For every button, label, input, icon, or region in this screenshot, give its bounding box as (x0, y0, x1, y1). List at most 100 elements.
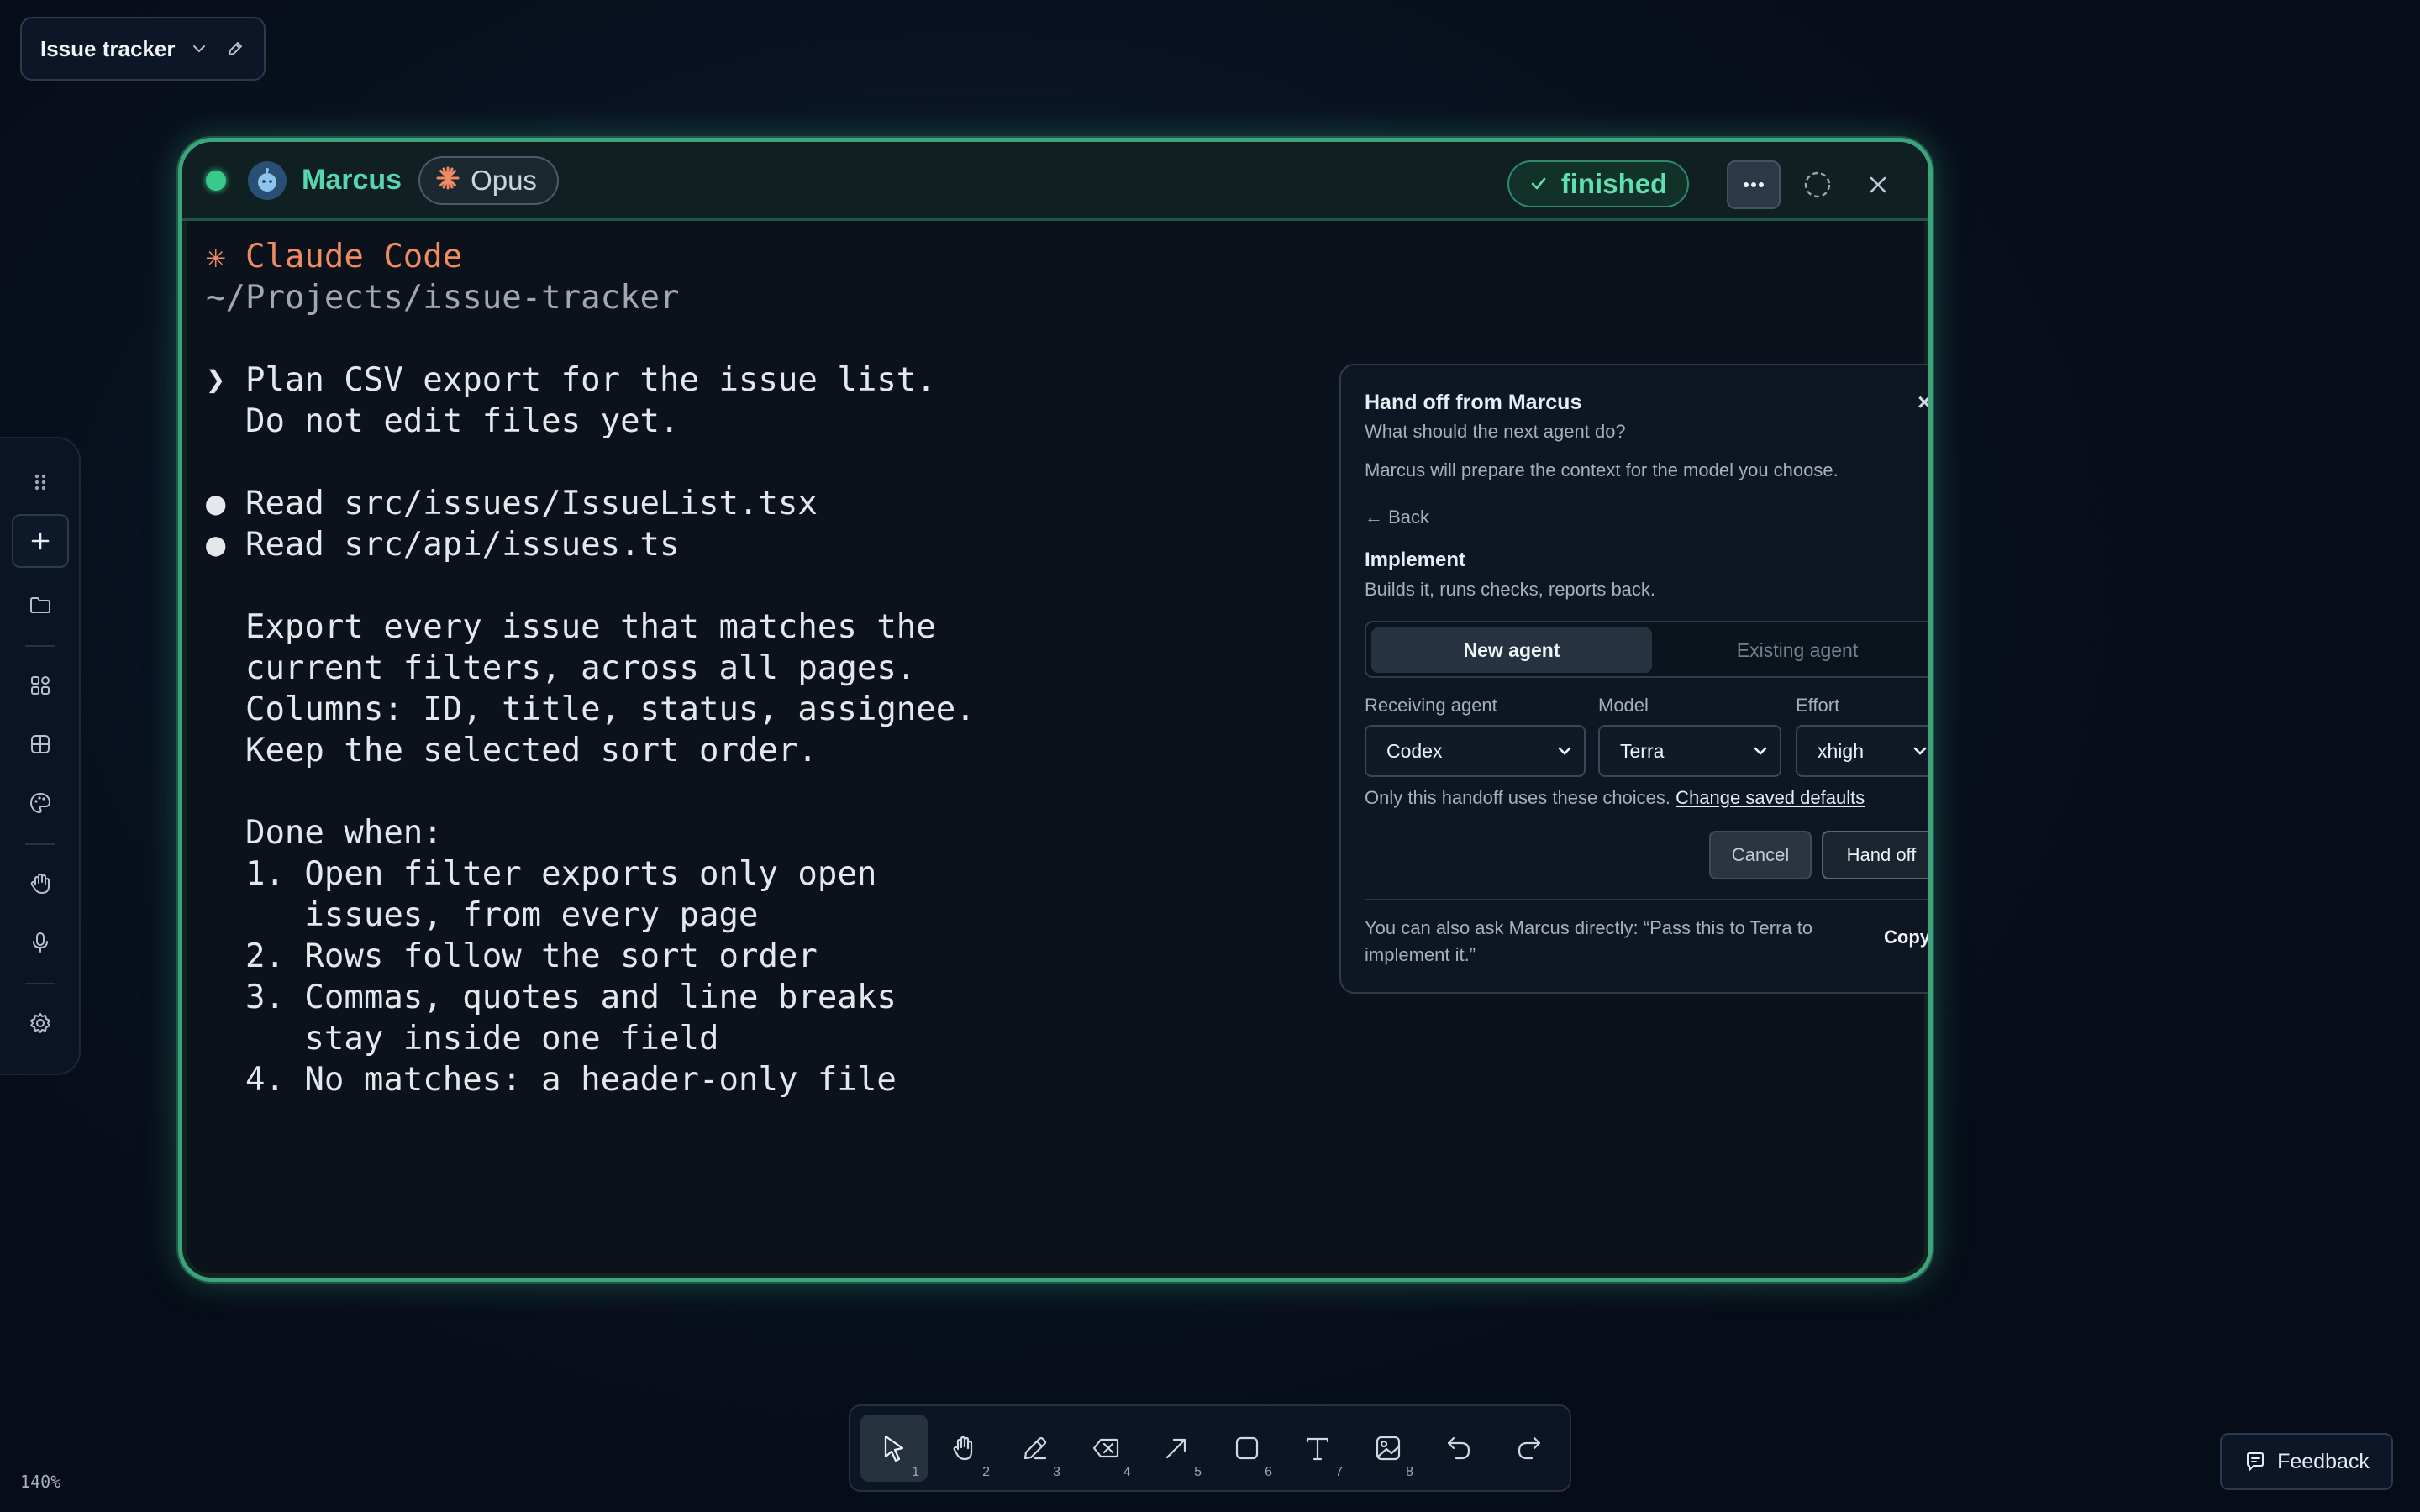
terminal-line: 2. Rows follow the sort order (206, 937, 818, 975)
text-icon (1306, 1437, 1329, 1461)
pencil-tool[interactable]: 3 (1002, 1415, 1069, 1482)
status-badge: finished (1507, 160, 1689, 207)
cancel-button[interactable]: Cancel (1709, 831, 1812, 879)
hand-off-button[interactable]: Hand off (1822, 831, 1928, 879)
section-title: Implement (1365, 549, 1466, 571)
rectangle-icon (1235, 1436, 1259, 1460)
more-options-button[interactable] (1727, 160, 1781, 209)
text-tool[interactable]: 7 (1284, 1415, 1351, 1482)
undo-icon (1447, 1436, 1470, 1460)
handoff-subtitle: What should the next agent do? (1365, 421, 1626, 442)
status-dot (206, 170, 226, 191)
tool-shortcut: 8 (1406, 1465, 1413, 1479)
grid-icon[interactable] (12, 717, 69, 771)
zoom-level[interactable]: 140% (20, 1472, 60, 1492)
terminal-output: ✳ Claude Code ~/Projects/issue-tracker ❯ P… (206, 236, 1130, 1100)
terminal-line: Export every issue that matches the (206, 608, 936, 646)
effort-label: Effort (1796, 695, 1840, 716)
chevron-down-icon[interactable] (192, 39, 207, 59)
select-tool[interactable]: 1 (860, 1415, 928, 1482)
back-link[interactable]: ← Back (1365, 507, 1429, 528)
model-label: Model (1598, 695, 1649, 716)
handoff-tip: You can also ask Marcus directly: “Pass … (1365, 917, 1813, 965)
handoff-description: Marcus will prepare the context for the … (1365, 459, 1839, 480)
tab-new-agent[interactable]: New agent (1371, 627, 1652, 673)
handoff-close-button[interactable]: × (1918, 389, 1928, 416)
model-value: Terra (1620, 739, 1665, 762)
hand-tool[interactable]: 2 (931, 1415, 998, 1482)
check-icon (1531, 177, 1546, 190)
ellipsis-icon (1744, 182, 1764, 187)
microphone-icon[interactable] (12, 916, 69, 969)
arrow-icon (1165, 1438, 1186, 1459)
status-label: finished (1560, 168, 1668, 199)
eraser-icon (1092, 1438, 1119, 1458)
effort-select[interactable]: xhigh (1796, 725, 1928, 777)
palette-icon[interactable] (12, 776, 69, 830)
tool-shortcut: 4 (1123, 1465, 1131, 1479)
terminal-line: ✳ Claude Code (206, 238, 463, 276)
undo-button[interactable] (1425, 1415, 1492, 1482)
tab-existing-agent[interactable]: Existing agent (1657, 627, 1928, 673)
add-button[interactable] (12, 514, 69, 568)
tool-shortcut: 1 (912, 1465, 919, 1479)
hand-icon[interactable] (12, 857, 69, 911)
board-title: Issue tracker (40, 35, 176, 61)
copy-button[interactable]: Copy (1884, 927, 1928, 948)
note-text: Only this handoff uses these choices. (1365, 787, 1671, 808)
chevron-down-icon (1754, 747, 1767, 755)
settings-icon[interactable] (12, 996, 69, 1050)
close-icon (1870, 176, 1886, 193)
terminal-line: 4. No matches: a header-only file (206, 1061, 897, 1099)
agent-type-toggle: New agent Existing agent (1365, 621, 1928, 678)
edit-icon[interactable] (225, 39, 245, 59)
tool-shortcut: 3 (1053, 1465, 1060, 1479)
board-title-menu[interactable]: Issue tracker (20, 17, 266, 81)
maximize-button[interactable] (1791, 160, 1844, 209)
terminal-line: ❯ Plan CSV export for the issue list. (206, 361, 936, 399)
redo-icon (1518, 1436, 1541, 1460)
feedback-label: Feedback (2277, 1449, 2370, 1473)
pencil-icon (1023, 1436, 1047, 1460)
agent-avatar (248, 160, 287, 200)
chat-icon (2247, 1452, 2265, 1471)
feedback-button[interactable]: Feedback (2220, 1433, 2393, 1490)
focus-icon (1804, 171, 1831, 198)
folder-icon[interactable] (12, 578, 69, 632)
chevron-down-icon (1913, 747, 1927, 755)
terminal-line: 3. Commas, quotes and line breaks (206, 979, 897, 1016)
close-button[interactable] (1851, 160, 1905, 209)
eraser-tool[interactable]: 4 (1072, 1415, 1139, 1482)
divider (1365, 899, 1928, 900)
arrow-tool[interactable]: 5 (1143, 1415, 1210, 1482)
receiving-agent-select[interactable]: Codex (1365, 725, 1586, 777)
claude-burst-icon (435, 165, 460, 195)
agent-name: Marcus (302, 164, 402, 196)
hand-icon (953, 1436, 973, 1461)
drag-handle-icon[interactable] (12, 455, 69, 509)
change-defaults-link[interactable]: Change saved defaults (1676, 787, 1865, 808)
components-icon[interactable] (12, 659, 69, 712)
tool-shortcut: 7 (1335, 1465, 1343, 1479)
terminal-line: current filters, across all pages. (206, 649, 917, 687)
tool-shortcut: 5 (1194, 1465, 1202, 1479)
model-select[interactable]: Terra (1598, 725, 1781, 777)
rectangle-tool[interactable]: 6 (1213, 1415, 1281, 1482)
section-subtitle: Builds it, runs checks, reports back. (1365, 579, 1656, 600)
redo-button[interactable] (1496, 1415, 1563, 1482)
terminal-line: Keep the selected sort order. (206, 732, 818, 769)
terminal-line: issues, from every page (206, 896, 759, 934)
image-tool[interactable]: 8 (1355, 1415, 1422, 1482)
terminal-line: stay inside one field (206, 1020, 719, 1058)
handoff-title: Hand off from Marcus (1365, 391, 1582, 414)
terminal-line: Columns: ID, title, status, assignee. (206, 690, 976, 728)
terminal-line: ● Read src/api/issues.ts (206, 526, 680, 564)
model-chip[interactable]: Opus (418, 155, 559, 205)
image-icon (1376, 1436, 1401, 1461)
left-toolbar (0, 437, 81, 1075)
terminal-line: Done when: (206, 814, 443, 852)
tool-shortcut: 6 (1265, 1465, 1272, 1479)
